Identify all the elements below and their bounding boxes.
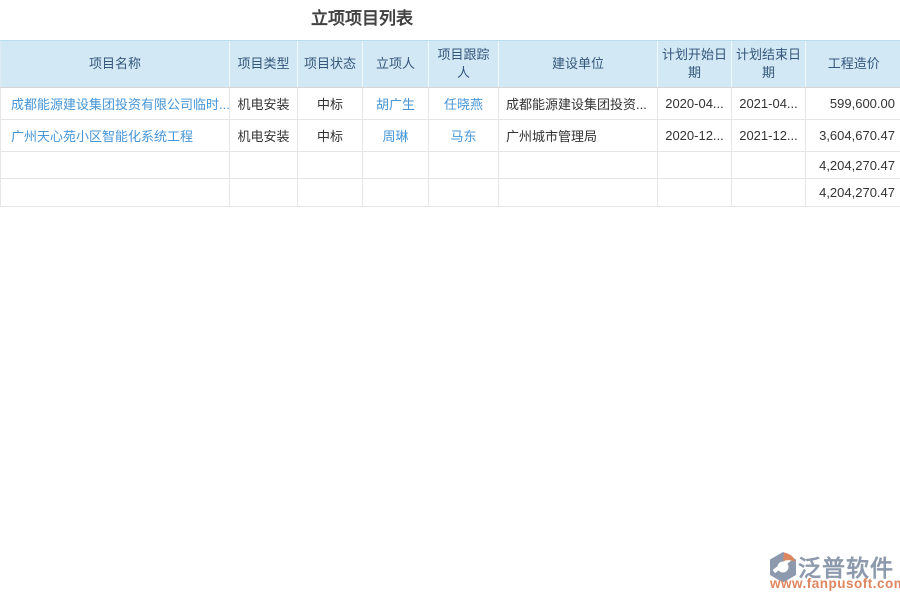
cell-start bbox=[658, 179, 732, 207]
table-header-row: 项目名称项目类型项目状态立项人项目跟踪人建设单位计划开始日期计划结束日期工程造价 bbox=[1, 41, 900, 88]
cell-type bbox=[230, 179, 298, 207]
cell-creator bbox=[363, 179, 429, 207]
table-row: 4,204,270.47 bbox=[1, 179, 900, 207]
cell-status: 中标 bbox=[298, 88, 363, 120]
cell-status bbox=[298, 152, 363, 179]
cell-start: 2020-12... bbox=[658, 120, 732, 152]
cell-creator: 周琳 bbox=[363, 120, 429, 152]
table-row: 4,204,270.47 bbox=[1, 152, 900, 179]
col-header-status: 项目状态 bbox=[298, 41, 363, 88]
cell-tracker: 任晓燕 bbox=[429, 88, 499, 120]
cell-type bbox=[230, 152, 298, 179]
table-row: 广州天心苑小区智能化系统工程 机电安装中标 周琳 马东 广州城市管理局2020-12..… bbox=[1, 120, 900, 152]
name-link[interactable]: 广州天心苑小区智能化系统工程 bbox=[11, 129, 193, 144]
table-row: 成都能源建设集团投资有限公司临时...机电安装中标胡广生 任晓燕 成都能源建设集团投… bbox=[1, 88, 900, 120]
fanpu-logo: 泛普软件 www.fanpusoft.com bbox=[752, 548, 900, 596]
col-header-end: 计划结束日期 bbox=[732, 41, 806, 88]
cell-name bbox=[1, 179, 230, 207]
cell-start: 2020-04... bbox=[658, 88, 732, 120]
cell-cost: 3,604,670.47 bbox=[806, 120, 900, 152]
cell-end: 2021-12... bbox=[732, 120, 806, 152]
cell-tracker bbox=[429, 152, 499, 179]
name-link[interactable]: 成都能源建设集团投资有限公司临时... bbox=[11, 97, 230, 112]
cell-org: 广州城市管理局 bbox=[499, 120, 658, 152]
col-header-name: 项目名称 bbox=[1, 41, 230, 88]
creator-link[interactable]: 胡广生 bbox=[376, 97, 415, 112]
tracker-link[interactable]: 任晓燕 bbox=[444, 97, 483, 112]
creator-link[interactable]: 周琳 bbox=[382, 129, 408, 144]
cell-end: 2021-04... bbox=[732, 88, 806, 120]
page-title: 立项项目列表 bbox=[0, 4, 724, 34]
cell-name: 广州天心苑小区智能化系统工程 bbox=[1, 120, 230, 152]
cell-name bbox=[1, 152, 230, 179]
table-body: 成都能源建设集团投资有限公司临时...机电安装中标胡广生 任晓燕 成都能源建设集团投… bbox=[1, 88, 900, 207]
col-header-org: 建设单位 bbox=[499, 41, 658, 88]
cell-cost: 599,600.00 bbox=[806, 88, 900, 120]
cell-org bbox=[499, 179, 658, 207]
cell-tracker: 马东 bbox=[429, 120, 499, 152]
cell-name: 成都能源建设集团投资有限公司临时... bbox=[1, 88, 230, 120]
cell-end bbox=[732, 152, 806, 179]
cell-type: 机电安装 bbox=[230, 88, 298, 120]
cell-cost: 4,204,270.47 bbox=[806, 152, 900, 179]
cell-status bbox=[298, 179, 363, 207]
project-list-table: 项目名称项目类型项目状态立项人项目跟踪人建设单位计划开始日期计划结束日期工程造价… bbox=[0, 40, 900, 207]
cell-tracker bbox=[429, 179, 499, 207]
cell-end bbox=[732, 179, 806, 207]
cell-org bbox=[499, 152, 658, 179]
col-header-tracker: 项目跟踪人 bbox=[429, 41, 499, 88]
table-header: 项目名称项目类型项目状态立项人项目跟踪人建设单位计划开始日期计划结束日期工程造价 bbox=[1, 41, 900, 88]
col-header-creator: 立项人 bbox=[363, 41, 429, 88]
cell-type: 机电安装 bbox=[230, 120, 298, 152]
cell-org: 成都能源建设集团投资... bbox=[499, 88, 658, 120]
cell-start bbox=[658, 152, 732, 179]
cell-creator bbox=[363, 152, 429, 179]
col-header-start: 计划开始日期 bbox=[658, 41, 732, 88]
cell-creator: 胡广生 bbox=[363, 88, 429, 120]
cell-cost: 4,204,270.47 bbox=[806, 179, 900, 207]
tracker-link[interactable]: 马东 bbox=[450, 129, 476, 144]
fanpu-url-text: www.fanpusoft.com bbox=[770, 576, 900, 591]
cell-status: 中标 bbox=[298, 120, 363, 152]
col-header-cost: 工程造价 bbox=[806, 41, 900, 88]
col-header-type: 项目类型 bbox=[230, 41, 298, 88]
